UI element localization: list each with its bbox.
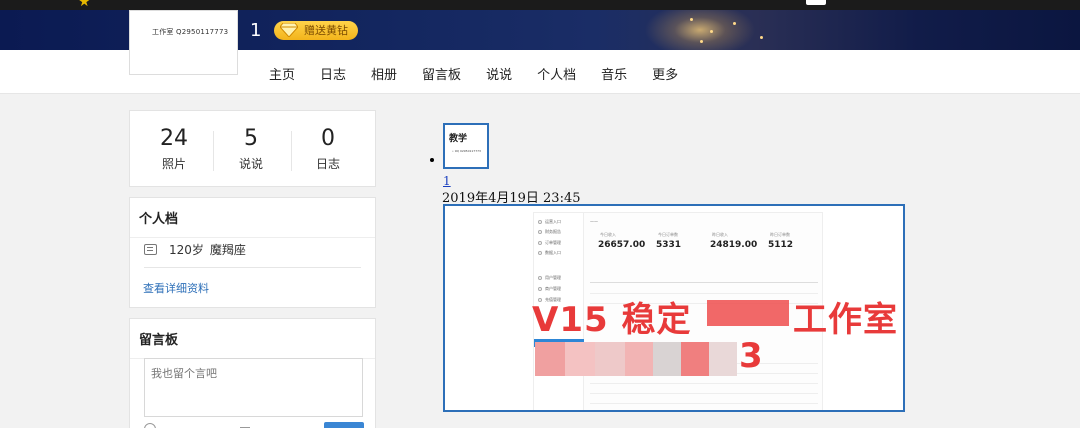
gift-button-label: 赠送黄钻 [304, 24, 348, 37]
guestbook-title: 留言板 [130, 319, 375, 359]
view-details-link[interactable]: 查看详细资料 [143, 280, 209, 296]
stat-value: 5 [244, 126, 258, 151]
gift-yellow-diamond-button[interactable]: 赠送黄钻 [274, 21, 358, 40]
post-thumbnail[interactable]: 教学 • 9Q 02950117773 [443, 123, 489, 169]
sidebar-item: 用户管理 [538, 275, 578, 280]
pixelated-mask [707, 300, 789, 326]
divider [144, 267, 361, 268]
stat-blogs[interactable]: 0 日志 [288, 125, 368, 172]
profile-card-title: 个人档 [130, 198, 375, 238]
pixelated-mask [565, 342, 595, 376]
post-link[interactable]: 1 [443, 174, 451, 188]
stat-label: 照片 [161, 157, 186, 171]
banner-light [760, 36, 763, 39]
stat-shuoshuo[interactable]: 5 说说 [211, 125, 291, 172]
banner-glow [640, 10, 760, 50]
nav-album[interactable]: 相册 [371, 64, 397, 83]
kpi-label: 今日订单数 [658, 232, 678, 237]
emoji-icon[interactable] [144, 423, 156, 428]
watermark-text: V15 稳定 [532, 300, 692, 340]
star-icon[interactable]: ★ [78, 0, 91, 10]
nav-guestbook[interactable]: 留言板 [422, 64, 461, 83]
sidebar-item: 商户管理 [538, 286, 578, 291]
id-card-icon [144, 244, 157, 255]
stat-photos[interactable]: 24 照片 [134, 125, 214, 172]
kpi-value: 5112 [768, 240, 794, 250]
nav-items: 主页 日志 相册 留言板 说说 个人档 音乐 更多 [269, 64, 703, 83]
kpi-card: 昨日收入 24819.00 [706, 230, 761, 256]
profile-row: 120岁 魔羯座 [144, 241, 252, 258]
sidebar-item: 财务报告 [538, 229, 578, 234]
profile-age: 120岁 [169, 243, 204, 257]
top-bar-button[interactable] [806, 0, 826, 5]
kpi-label: 今日收入 [600, 232, 616, 237]
avatar-text: 工作室 Q2950117773 [152, 28, 229, 36]
post-image[interactable]: 运营入口 财务报告 订单管理 数据入口 用户管理 商户管理 充值管理 —— 今日… [443, 204, 905, 412]
publish-button[interactable] [324, 422, 364, 428]
profile-zodiac: 魔羯座 [209, 243, 246, 257]
guestbook-card: 留言板 [129, 318, 376, 428]
nav-home[interactable]: 主页 [269, 64, 295, 83]
kpi-value: 24819.00 [710, 240, 758, 250]
profile-card: 个人档 120岁 魔羯座 查看详细资料 [129, 197, 376, 308]
banner-light [700, 40, 703, 43]
browser-top-bar: ★ [0, 0, 1080, 10]
guestbook-input[interactable] [144, 358, 363, 417]
nav-blog[interactable]: 日志 [320, 64, 346, 83]
kpi-card: 昨日订单数 5112 [764, 230, 819, 256]
banner-light [690, 18, 693, 21]
nav-shuoshuo[interactable]: 说说 [486, 64, 512, 83]
pixelated-mask [653, 342, 681, 376]
thumbnail-title: 教学 [449, 134, 468, 144]
sidebar-item: 订单管理 [538, 240, 578, 245]
kpi-value: 5331 [656, 240, 682, 250]
table-header [590, 275, 818, 283]
pixelated-mask [681, 342, 709, 376]
username: 1 [250, 20, 262, 41]
watermark-text: 3 [739, 336, 764, 376]
kpi-header: —— [590, 219, 598, 224]
list-bullet [430, 158, 434, 162]
pixelated-mask [595, 342, 625, 376]
nav-profile[interactable]: 个人档 [537, 64, 576, 83]
pixelated-mask [709, 342, 737, 376]
table-row [590, 383, 818, 384]
stat-value: 0 [321, 126, 335, 151]
banner-light [710, 30, 713, 33]
nav-more[interactable]: 更多 [652, 64, 678, 83]
pixelated-mask [535, 342, 565, 376]
kpi-label: 昨日订单数 [770, 232, 790, 237]
stat-value: 24 [160, 126, 188, 151]
table-row [590, 403, 818, 404]
nav-music[interactable]: 音乐 [601, 64, 627, 83]
kpi-card: 今日收入 26657.00 [594, 230, 649, 256]
banner-light [733, 22, 736, 25]
table-row [590, 393, 818, 394]
stat-label: 说说 [238, 157, 263, 171]
watermark-text: 工作室 [793, 300, 898, 340]
thumbnail-subtitle: • 9Q 02950117773 [452, 149, 481, 153]
kpi-card: 今日订单数 5331 [652, 230, 707, 256]
sidebar-item: 数据入口 [538, 250, 578, 255]
stat-label: 日志 [315, 157, 340, 171]
pixelated-mask [625, 342, 653, 376]
stats-card: 24 照片 5 说说 0 日志 [129, 110, 376, 187]
sidebar-item: 运营入口 [538, 219, 578, 224]
avatar[interactable]: 工作室 Q2950117773 [129, 10, 238, 75]
kpi-label: 昨日收入 [712, 232, 728, 237]
kpi-value: 26657.00 [598, 240, 646, 250]
diamond-icon [280, 23, 298, 37]
